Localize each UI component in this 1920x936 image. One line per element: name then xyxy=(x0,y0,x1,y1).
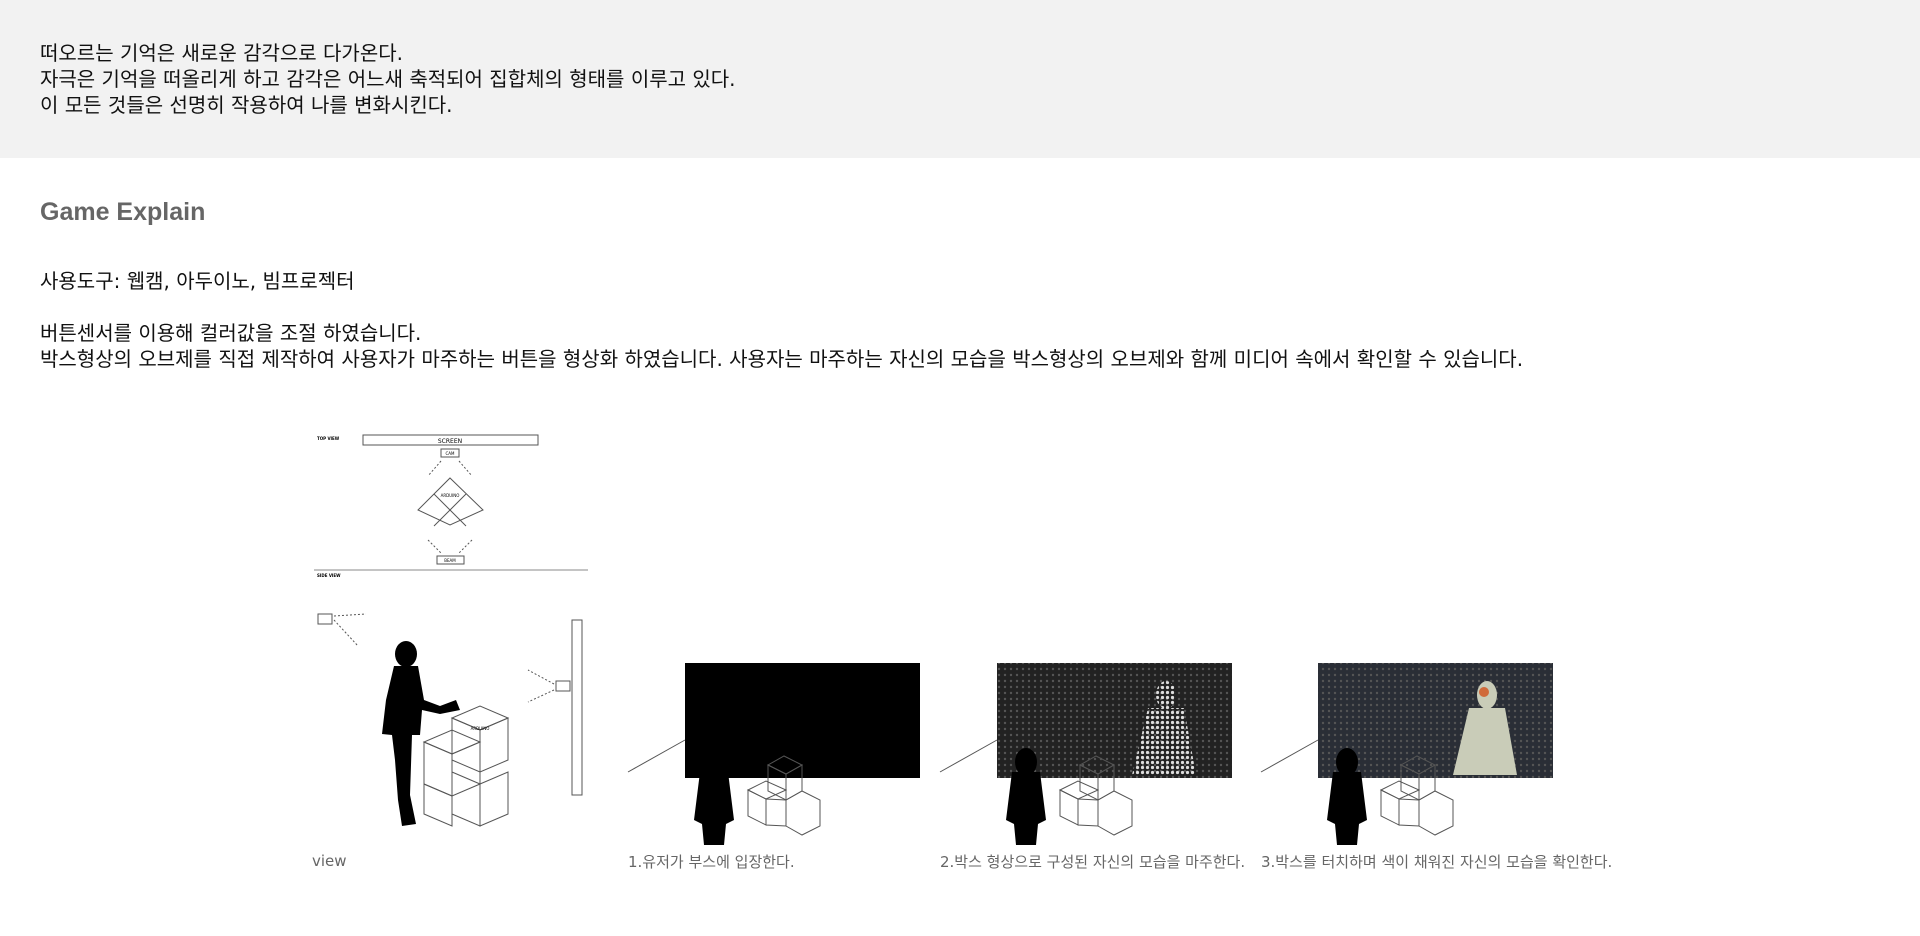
step-illustrations xyxy=(627,663,1553,845)
step-3-caption: 3.박스를 터치하며 색이 채워진 자신의 모습을 확인한다. xyxy=(1261,853,1613,871)
step-2-illustration xyxy=(939,663,1232,845)
step-3-illustration xyxy=(1260,663,1553,845)
step-2-caption: 2.박스 형상으로 구성된 자신의 모습을 마주한다. xyxy=(940,853,1246,871)
step-1-caption: 1.유저가 부스에 입장한다. xyxy=(628,853,795,871)
step-1-illustration xyxy=(627,663,920,845)
